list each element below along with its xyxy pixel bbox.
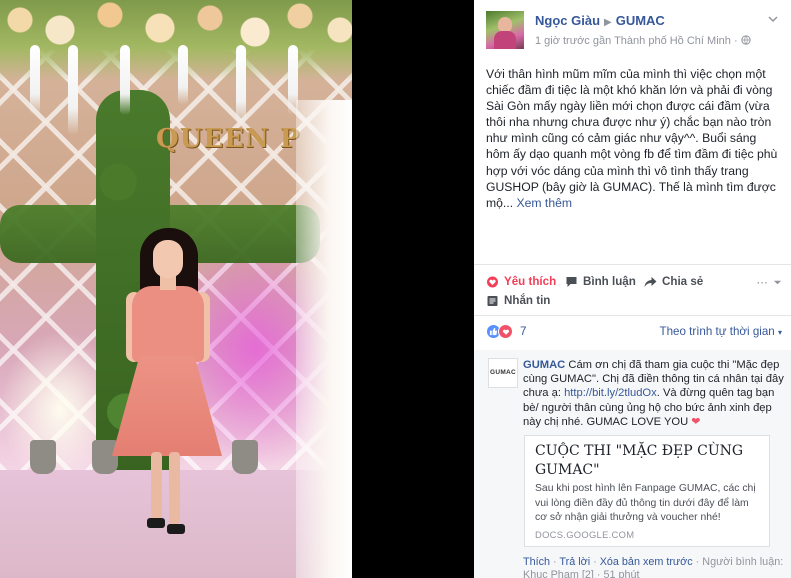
comment-icon	[566, 276, 577, 287]
reaction-summary: 7 Theo trình tự thời gian ▾	[486, 323, 782, 341]
comment-label: Bình luận	[583, 275, 636, 288]
divider	[474, 315, 791, 316]
commenter-name[interactable]: GUMAC	[523, 359, 565, 371]
comment-body: GUMAC Cám ơn chị đã tham gia cuộc thi "M…	[523, 358, 785, 429]
divider	[474, 264, 791, 265]
sort-dropdown[interactable]: Theo trình tự thời gian ▾	[659, 325, 782, 338]
like-label: Yêu thích	[504, 275, 557, 288]
comment-time[interactable]: 51 phút	[603, 569, 639, 578]
comment-link[interactable]: http://bit.ly/2tludOx	[564, 387, 657, 399]
person-neck	[160, 276, 176, 290]
heart-icon	[487, 276, 498, 287]
person-shoe	[167, 524, 185, 534]
curtain	[296, 100, 352, 578]
comment-item: GUMAC GUMAC Cám ơn chị đã tham gia cuộc …	[474, 350, 791, 578]
comment-button[interactable]: Bình luận	[565, 275, 636, 288]
venue-sign: QUEEN P	[156, 124, 301, 154]
wisteria-hanging	[178, 45, 188, 105]
action-bar: Yêu thích Bình luận Chia sẻ ⋯ Nhắn tin	[486, 272, 782, 312]
post-photo[interactable]: QUEEN P	[0, 0, 352, 578]
commenter-avatar[interactable]: GUMAC	[488, 358, 518, 388]
remove-preview-link[interactable]: Xóa bản xem trước	[600, 556, 693, 568]
plant-pot	[232, 440, 258, 474]
message-button[interactable]: Nhắn tin	[486, 294, 550, 307]
wisteria-hanging	[68, 45, 78, 135]
person-face	[153, 240, 183, 278]
post-body-text: Với thân hình mũm mĩm của mình thì việc …	[486, 67, 778, 210]
flower-garland	[0, 0, 352, 80]
plant-pot	[30, 440, 56, 474]
post-time[interactable]: 1 giờ trước	[535, 35, 590, 47]
author-avatar[interactable]	[486, 11, 524, 49]
wisteria-hanging	[236, 45, 246, 125]
post-body: Với thân hình mũm mĩm của mình thì việc …	[486, 66, 782, 211]
triangle-right-icon: ▶	[604, 17, 612, 28]
heart-emoji-icon: ❤	[691, 415, 701, 428]
audience-icon: ⋯	[756, 276, 768, 289]
replier-count: [2]	[581, 569, 594, 578]
message-label: Nhắn tin	[504, 294, 551, 307]
post-meta: 1 giờ trước gần Thành phố Hồ Chí Minh ·	[535, 35, 751, 47]
person-leg	[151, 452, 162, 524]
comment-footer: Thích · Trả lời · Xóa bản xem trước · Ng…	[523, 556, 785, 578]
reaction-count[interactable]: 7	[520, 325, 526, 338]
comment-like-link[interactable]: Thích	[523, 556, 550, 568]
message-icon	[487, 295, 498, 306]
person-shoe	[147, 518, 165, 528]
like-button[interactable]: Yêu thích	[486, 275, 556, 288]
caret-down-icon: ▾	[777, 328, 782, 337]
wisteria-hanging	[120, 45, 130, 115]
more-actions-button[interactable]: ⋯	[756, 275, 782, 289]
post-location[interactable]: gần Thành phố Hồ Chí Minh	[593, 35, 731, 47]
caret-down-icon	[773, 280, 782, 284]
share-button[interactable]: Chia sẻ	[644, 275, 703, 288]
link-preview-card[interactable]: CUỘC THI "MẶC ĐẸP CÙNG GUMAC" Sau khi po…	[524, 435, 770, 547]
post-sidebar: Ngọc Giàu ▶ GUMAC 1 giờ trước gần Thành ph…	[474, 0, 791, 578]
reaction-icons[interactable]	[486, 324, 513, 339]
card-description: Sau khi post hình lên Fanpage GUMAC, các…	[535, 483, 756, 524]
sort-label: Theo trình tự thời gian	[659, 325, 775, 338]
author-line: Ngọc Giàu ▶ GUMAC	[535, 13, 665, 28]
comment-reply-link[interactable]: Trả lời	[559, 556, 590, 568]
screen: QUEEN P Ngọc Giàu ▶ GUMAC 1 giờ trước gầ…	[0, 0, 791, 578]
heart-icon	[498, 324, 513, 339]
person-leg	[169, 452, 180, 524]
card-title: CUỘC THI "MẶC ĐẸP CÙNG GUMAC"	[535, 443, 744, 478]
globe-icon[interactable]	[741, 35, 751, 45]
card-domain: DOCS.GOOGLE.COM	[535, 529, 635, 540]
avatar-body	[494, 31, 516, 49]
plant-pot	[92, 440, 118, 474]
share-label: Chia sẻ	[662, 275, 704, 288]
share-icon	[644, 276, 657, 287]
chevron-down-icon[interactable]	[766, 13, 780, 27]
person-dress	[132, 286, 204, 362]
page-name[interactable]: GUMAC	[616, 13, 665, 28]
wisteria-hanging	[30, 45, 40, 115]
dot-separator: ·	[733, 35, 738, 47]
post-header: Ngọc Giàu ▶ GUMAC 1 giờ trước gần Thành ph…	[486, 11, 786, 51]
see-more-link[interactable]: Xem thêm	[516, 196, 572, 210]
author-name[interactable]: Ngọc Giàu	[535, 13, 600, 28]
